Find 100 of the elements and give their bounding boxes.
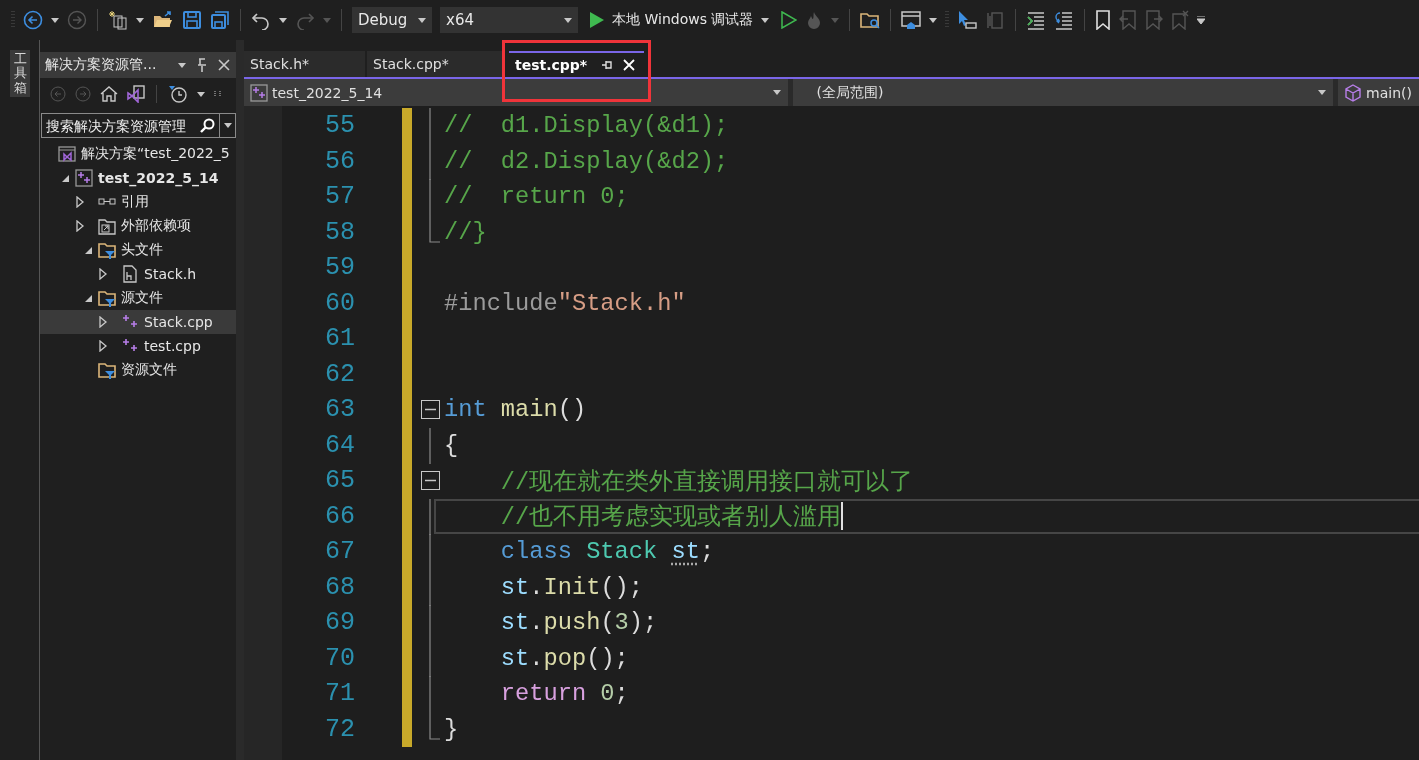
start-debugging-button[interactable]: 本地 Windows 调试器 <box>586 11 774 29</box>
platform-dropdown[interactable]: x64 <box>440 7 578 33</box>
grip-icon <box>945 10 950 30</box>
line-number: 72 <box>324 713 355 746</box>
folder-filter-icon <box>98 289 116 307</box>
project-dropdown[interactable]: test_2022_5_14 <box>244 79 788 106</box>
code-line: int main() <box>444 396 587 424</box>
cursor-icon[interactable] <box>957 10 978 30</box>
tree-item[interactable]: 资源文件 <box>40 358 236 382</box>
code-line: st.pop(); <box>499 644 629 672</box>
save-icon[interactable] <box>182 10 202 30</box>
code-editor[interactable] <box>244 106 1419 760</box>
line-number: 67 <box>324 536 355 568</box>
window-home-icon[interactable] <box>901 10 922 30</box>
header-file-icon <box>121 265 139 283</box>
code-line: { <box>444 431 459 459</box>
overflow-icon[interactable] <box>1197 16 1206 24</box>
code-line: return 0; <box>499 680 629 708</box>
code-line: // d2.Display(&d2); <box>444 147 729 175</box>
code-line: st.Init(); <box>499 573 644 601</box>
switch-views-icon[interactable] <box>127 85 145 103</box>
caret-icon[interactable] <box>418 17 426 23</box>
tree-item[interactable]: test_2022_5_14 <box>40 166 236 190</box>
folder-filter-icon <box>98 241 116 259</box>
configuration-dropdown[interactable]: Debug <box>352 7 432 33</box>
tree-item[interactable]: 源文件 <box>40 286 236 310</box>
close-icon[interactable] <box>218 59 230 71</box>
line-number: 70 <box>324 642 355 675</box>
pin-icon[interactable] <box>601 60 614 70</box>
line-number: 57 <box>324 181 355 213</box>
bookmark-icon[interactable] <box>1095 10 1112 30</box>
project-icon <box>75 169 93 187</box>
caret-icon[interactable] <box>772 90 781 95</box>
caret-icon[interactable] <box>1318 90 1327 95</box>
code-line: //也不用考虑实现或者别人滥用 <box>499 503 842 533</box>
cube-icon <box>1344 83 1363 102</box>
document-tab[interactable]: Stack.h* <box>244 51 365 77</box>
code-line: st.push(3); <box>499 609 658 637</box>
tree-item[interactable]: 引用 <box>40 190 236 214</box>
caret-icon[interactable] <box>279 17 287 23</box>
code-line: //现在就在类外直接调用接口就可以了 <box>499 467 914 497</box>
undo-icon[interactable] <box>251 10 271 30</box>
panel-title: 解决方案资源管... <box>45 56 157 74</box>
indent-icon[interactable] <box>1054 10 1075 30</box>
tree-item[interactable]: Stack.cpp <box>40 310 236 334</box>
code-line: //} <box>444 218 487 246</box>
caret-icon[interactable] <box>178 62 186 68</box>
line-number: 61 <box>324 323 355 355</box>
line-number: 60 <box>324 287 355 320</box>
play-icon <box>590 12 604 28</box>
collapse-icon[interactable] <box>420 471 440 491</box>
external-dependencies-icon <box>98 217 116 235</box>
line-number: 64 <box>324 429 355 462</box>
home-icon[interactable] <box>100 86 118 102</box>
caret-icon[interactable] <box>929 17 938 23</box>
collapse-icon[interactable] <box>420 400 440 420</box>
line-number: 65 <box>324 465 355 497</box>
variable-name: st <box>671 538 700 566</box>
folder-filter-icon <box>98 361 116 379</box>
code-line: } <box>444 715 459 743</box>
pin-icon[interactable] <box>196 58 208 72</box>
solution-icon <box>58 145 76 163</box>
member-dropdown[interactable]: main() <box>1338 79 1419 106</box>
line-number: 68 <box>324 571 355 604</box>
play-outline-icon[interactable] <box>781 11 798 29</box>
code-line: // d1.Display(&d1); <box>444 112 729 140</box>
save-all-icon[interactable] <box>210 10 230 30</box>
search-icon[interactable] <box>199 117 215 134</box>
code-line: class Stack st; <box>499 538 715 566</box>
document-tab[interactable]: Stack.cpp* <box>367 51 503 77</box>
code-line: #include"Stack.h" <box>444 289 686 317</box>
outdent-icon[interactable] <box>1026 10 1047 30</box>
tree-item[interactable]: 头文件 <box>40 238 236 262</box>
search-field[interactable]: 搜索解决方案资源管理 <box>41 113 236 138</box>
line-number: 58 <box>324 216 355 249</box>
tree-item[interactable]: test.cpp <box>40 334 236 358</box>
line-number: 56 <box>324 145 355 178</box>
tree-item[interactable]: 外部依赖项 <box>40 214 236 238</box>
more-icon[interactable] <box>214 91 222 97</box>
project-icon <box>250 83 268 102</box>
open-folder-icon[interactable] <box>152 10 174 30</box>
folder-search-icon[interactable] <box>860 10 881 30</box>
line-number: 62 <box>324 358 355 391</box>
line-number: 63 <box>324 394 355 426</box>
caret-icon[interactable] <box>197 91 205 97</box>
text-cursor <box>841 502 844 531</box>
tree-item[interactable]: 解决方案“test_2022_5 <box>40 142 236 166</box>
tree-item[interactable]: Stack.h <box>40 262 236 286</box>
caret-icon[interactable] <box>136 17 144 23</box>
caret-icon[interactable] <box>564 17 572 23</box>
new-item-icon[interactable] <box>108 10 128 30</box>
caret-icon[interactable] <box>51 17 59 23</box>
back-icon[interactable] <box>23 10 43 30</box>
pending-changes-icon[interactable] <box>168 85 188 103</box>
caret-icon[interactable] <box>224 123 232 128</box>
line-number: 71 <box>324 678 355 710</box>
caret-icon[interactable] <box>761 17 770 23</box>
line-number: 66 <box>324 500 355 533</box>
scope-dropdown[interactable]: (全局范围) <box>792 79 1334 106</box>
code-line: // return 0; <box>444 183 629 211</box>
